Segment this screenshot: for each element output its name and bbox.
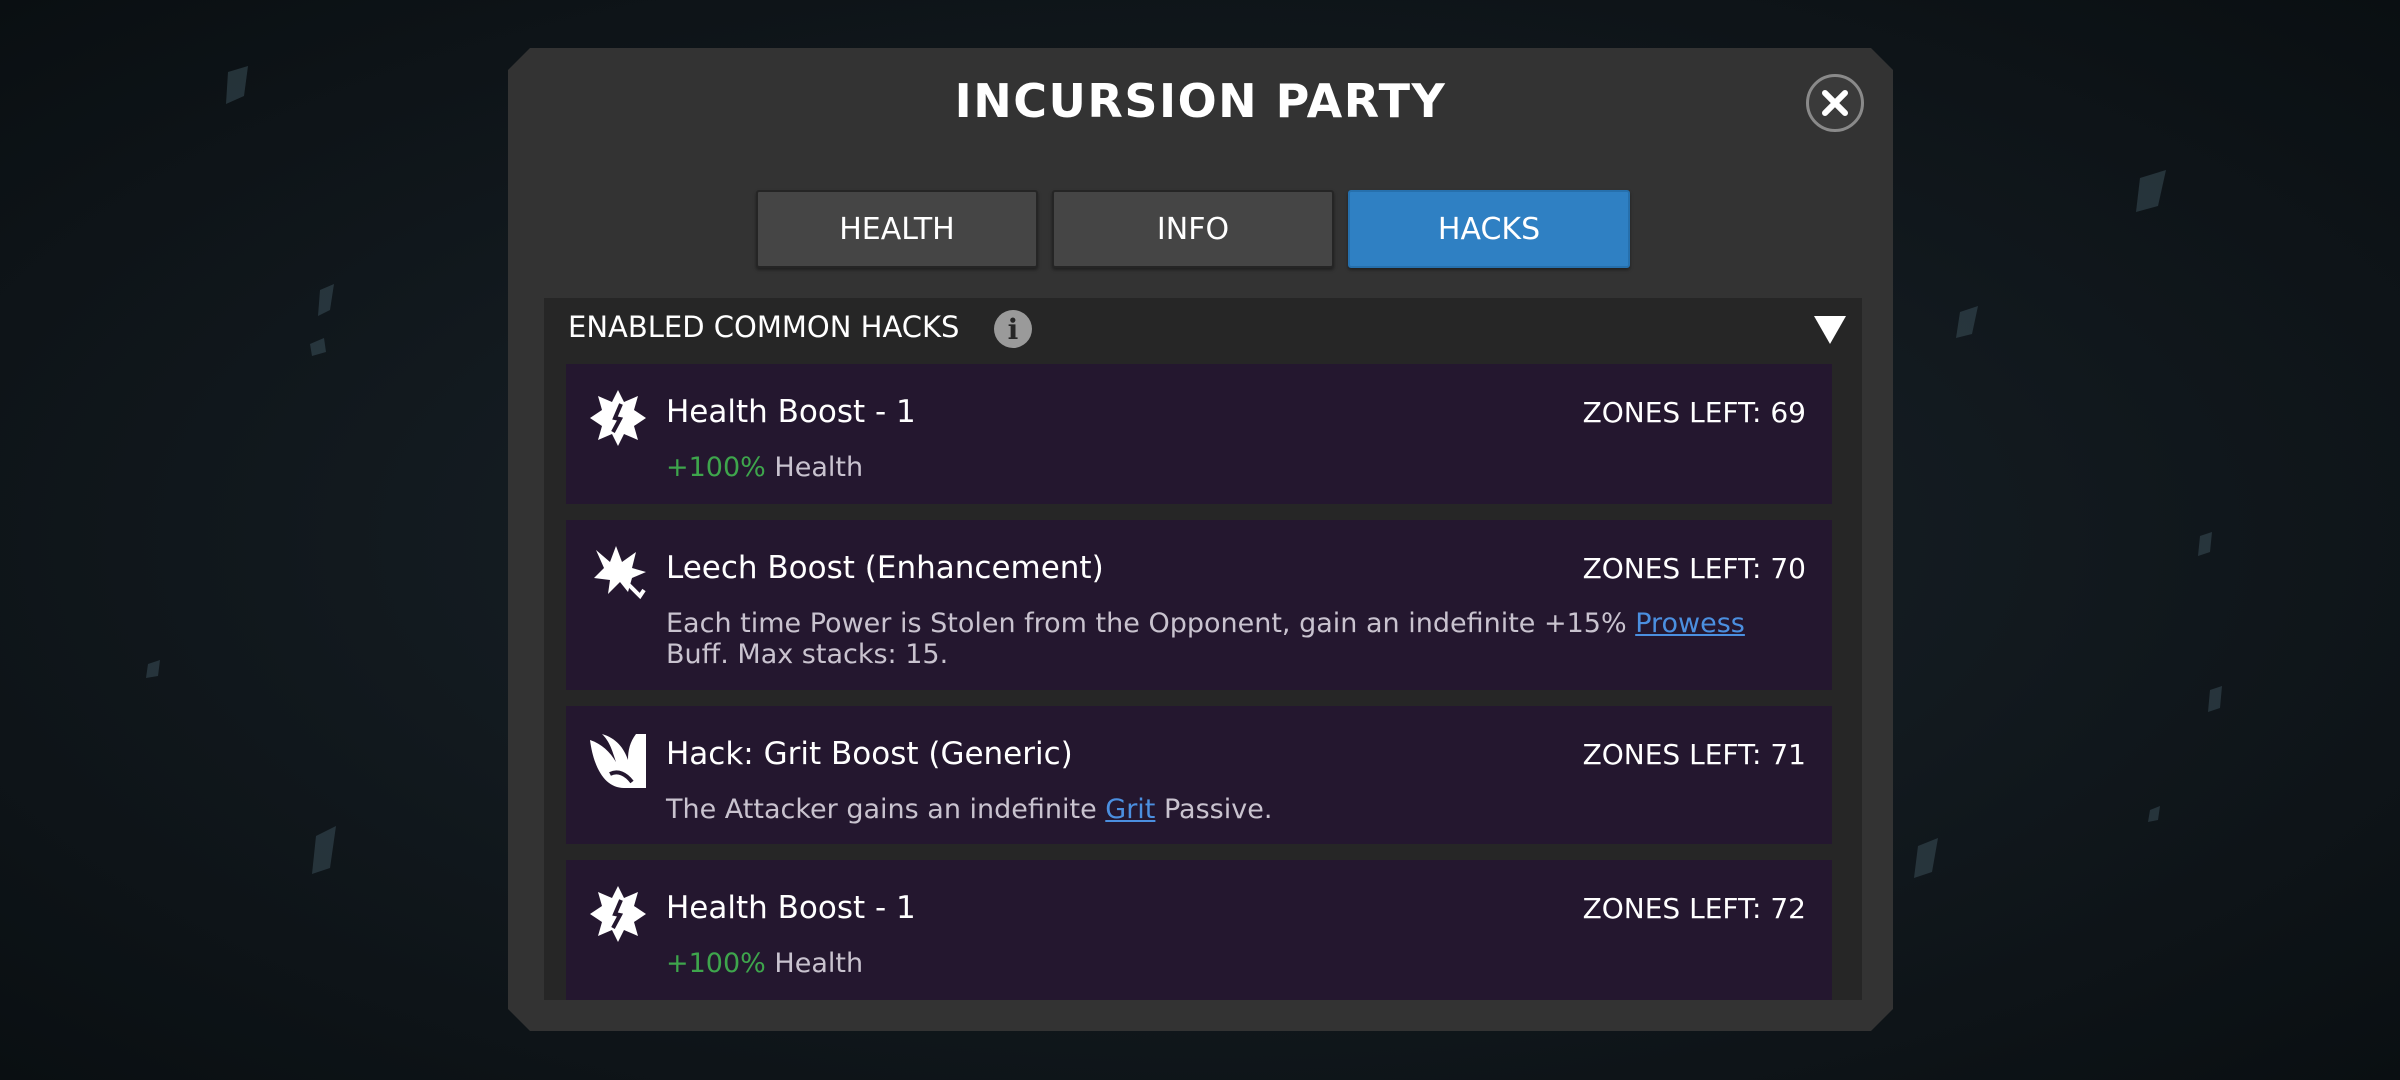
- collapse-triangle-icon[interactable]: [1814, 316, 1846, 344]
- health-boost-icon: [590, 390, 646, 446]
- hack-row[interactable]: Health Boost - 1 ZONES LEFT: 72 +100% He…: [566, 860, 1832, 1000]
- zones-left: ZONES LEFT: 70: [1582, 552, 1806, 585]
- hack-name: Leech Boost (Enhancement): [666, 550, 1104, 586]
- dialog-title: INCURSION PARTY: [954, 74, 1447, 128]
- close-button[interactable]: [1806, 74, 1864, 132]
- zones-left: ZONES LEFT: 69: [1582, 396, 1806, 429]
- zones-left: ZONES LEFT: 71: [1582, 738, 1806, 771]
- grit-link[interactable]: Grit: [1105, 794, 1155, 825]
- hack-name: Health Boost - 1: [666, 394, 916, 430]
- zones-left: ZONES LEFT: 72: [1582, 892, 1806, 925]
- bonus-stat: Health: [765, 452, 864, 483]
- info-icon[interactable]: i: [994, 310, 1032, 348]
- hacks-content[interactable]: ENABLED COMMON HACKS i Health Boost - 1 …: [544, 298, 1862, 1000]
- bonus-stat: Health: [765, 948, 864, 979]
- desc-text: The Attacker gains an indefinite: [666, 794, 1106, 825]
- grit-boost-icon: [590, 734, 646, 788]
- section-header[interactable]: ENABLED COMMON HACKS i: [544, 298, 1862, 360]
- hack-name: Hack: Grit Boost (Generic): [666, 736, 1073, 772]
- hack-description: The Attacker gains an indefinite Grit Pa…: [666, 794, 1806, 825]
- hack-row[interactable]: Leech Boost (Enhancement) ZONES LEFT: 70…: [566, 520, 1832, 690]
- desc-text: Buff. Max stacks: 15.: [666, 639, 949, 670]
- health-boost-icon: [590, 886, 646, 942]
- hack-description: Each time Power is Stolen from the Oppon…: [666, 608, 1806, 670]
- hack-description: +100% Health: [666, 948, 1806, 979]
- tab-hacks[interactable]: HACKS: [1348, 190, 1630, 268]
- leech-boost-icon: [594, 546, 646, 600]
- prowess-link[interactable]: Prowess: [1635, 608, 1745, 639]
- tab-info[interactable]: INFO: [1052, 190, 1334, 268]
- desc-text: Passive.: [1155, 794, 1273, 825]
- hack-description: +100% Health: [666, 452, 1806, 483]
- section-title: ENABLED COMMON HACKS: [568, 310, 960, 344]
- hack-row[interactable]: Hack: Grit Boost (Generic) ZONES LEFT: 7…: [566, 706, 1832, 844]
- close-icon: [1822, 90, 1848, 116]
- hack-name: Health Boost - 1: [666, 890, 916, 926]
- desc-text: Each time Power is Stolen from the Oppon…: [666, 608, 1636, 639]
- bonus-value: +100%: [666, 948, 766, 979]
- hack-row[interactable]: Health Boost - 1 ZONES LEFT: 69 +100% He…: [566, 364, 1832, 504]
- tab-health[interactable]: HEALTH: [756, 190, 1038, 268]
- bonus-value: +100%: [666, 452, 766, 483]
- incursion-party-dialog: INCURSION PARTY HEALTH INFO HACKS ENABLE…: [508, 48, 1893, 1031]
- hack-list: Health Boost - 1 ZONES LEFT: 69 +100% He…: [566, 364, 1832, 1000]
